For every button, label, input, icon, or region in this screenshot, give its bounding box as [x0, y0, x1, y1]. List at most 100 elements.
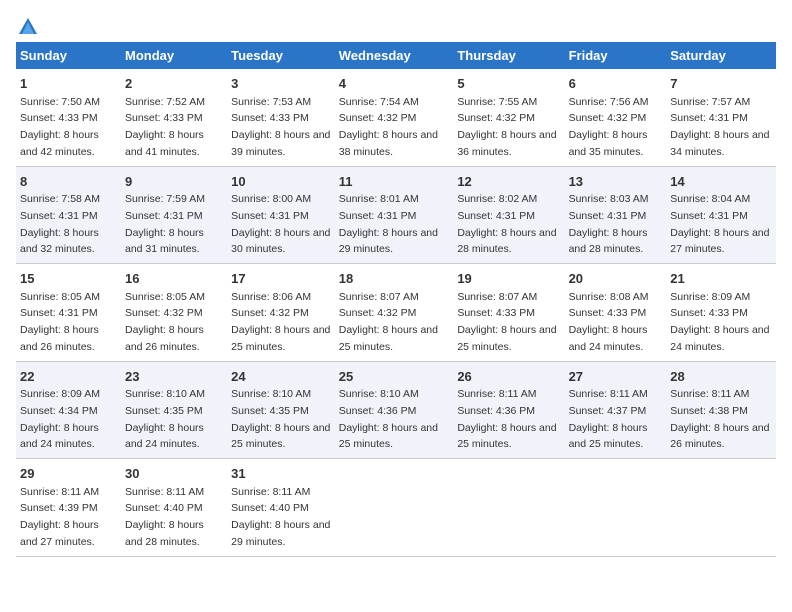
sunrise-text: Sunrise: 7:52 AM [125, 96, 205, 108]
calendar-day-3: 3 Sunrise: 7:53 AM Sunset: 4:33 PM Dayli… [227, 69, 335, 166]
calendar-day-27: 27 Sunrise: 8:11 AM Sunset: 4:37 PM Dayl… [565, 361, 667, 459]
column-header-saturday: Saturday [666, 42, 776, 69]
sunrise-text: Sunrise: 7:54 AM [339, 96, 419, 108]
sunrise-text: Sunrise: 8:10 AM [231, 388, 311, 400]
day-number: 27 [569, 367, 663, 387]
calendar-day-19: 19 Sunrise: 8:07 AM Sunset: 4:33 PM Dayl… [453, 264, 564, 362]
calendar-day-26: 26 Sunrise: 8:11 AM Sunset: 4:36 PM Dayl… [453, 361, 564, 459]
calendar-day-8: 8 Sunrise: 7:58 AM Sunset: 4:31 PM Dayli… [16, 166, 121, 264]
column-header-wednesday: Wednesday [335, 42, 454, 69]
daylight-text: Daylight: 8 hours and 42 minutes. [20, 129, 99, 158]
sunrise-text: Sunrise: 8:06 AM [231, 291, 311, 303]
day-number: 22 [20, 367, 117, 387]
logo-icon [17, 16, 39, 38]
sunrise-text: Sunrise: 8:09 AM [20, 388, 100, 400]
daylight-text: Daylight: 8 hours and 26 minutes. [20, 324, 99, 353]
calendar-day-30: 30 Sunrise: 8:11 AM Sunset: 4:40 PM Dayl… [121, 459, 227, 557]
calendar-day-25: 25 Sunrise: 8:10 AM Sunset: 4:36 PM Dayl… [335, 361, 454, 459]
day-number: 11 [339, 172, 450, 192]
day-number: 8 [20, 172, 117, 192]
sunset-text: Sunset: 4:37 PM [569, 405, 647, 417]
day-number: 10 [231, 172, 331, 192]
day-number: 15 [20, 269, 117, 289]
daylight-text: Daylight: 8 hours and 25 minutes. [339, 324, 438, 353]
daylight-text: Daylight: 8 hours and 27 minutes. [670, 227, 769, 256]
sunset-text: Sunset: 4:32 PM [569, 112, 647, 124]
day-number: 12 [457, 172, 560, 192]
day-number: 7 [670, 74, 772, 94]
daylight-text: Daylight: 8 hours and 29 minutes. [339, 227, 438, 256]
daylight-text: Daylight: 8 hours and 25 minutes. [569, 422, 648, 451]
sunrise-text: Sunrise: 7:53 AM [231, 96, 311, 108]
daylight-text: Daylight: 8 hours and 28 minutes. [457, 227, 556, 256]
sunset-text: Sunset: 4:35 PM [125, 405, 203, 417]
calendar-day-28: 28 Sunrise: 8:11 AM Sunset: 4:38 PM Dayl… [666, 361, 776, 459]
calendar-day-16: 16 Sunrise: 8:05 AM Sunset: 4:32 PM Dayl… [121, 264, 227, 362]
day-number: 30 [125, 464, 223, 484]
sunset-text: Sunset: 4:39 PM [20, 502, 98, 514]
calendar-day-21: 21 Sunrise: 8:09 AM Sunset: 4:33 PM Dayl… [666, 264, 776, 362]
daylight-text: Daylight: 8 hours and 25 minutes. [231, 324, 330, 353]
calendar-day-empty [565, 459, 667, 557]
daylight-text: Daylight: 8 hours and 24 minutes. [670, 324, 769, 353]
sunrise-text: Sunrise: 8:10 AM [125, 388, 205, 400]
day-number: 1 [20, 74, 117, 94]
day-number: 16 [125, 269, 223, 289]
sunrise-text: Sunrise: 8:11 AM [231, 486, 310, 498]
sunset-text: Sunset: 4:32 PM [457, 112, 535, 124]
sunrise-text: Sunrise: 8:02 AM [457, 193, 537, 205]
sunrise-text: Sunrise: 8:09 AM [670, 291, 750, 303]
sunset-text: Sunset: 4:33 PM [231, 112, 309, 124]
calendar-week-3: 15 Sunrise: 8:05 AM Sunset: 4:31 PM Dayl… [16, 264, 776, 362]
calendar-day-2: 2 Sunrise: 7:52 AM Sunset: 4:33 PM Dayli… [121, 69, 227, 166]
sunrise-text: Sunrise: 8:04 AM [670, 193, 750, 205]
sunrise-text: Sunrise: 8:05 AM [20, 291, 100, 303]
sunset-text: Sunset: 4:33 PM [125, 112, 203, 124]
daylight-text: Daylight: 8 hours and 29 minutes. [231, 519, 330, 548]
sunrise-text: Sunrise: 7:50 AM [20, 96, 100, 108]
day-number: 18 [339, 269, 450, 289]
sunset-text: Sunset: 4:31 PM [457, 210, 535, 222]
sunrise-text: Sunrise: 7:55 AM [457, 96, 537, 108]
calendar-day-empty [453, 459, 564, 557]
sunset-text: Sunset: 4:31 PM [20, 307, 98, 319]
sunset-text: Sunset: 4:31 PM [231, 210, 309, 222]
day-number: 21 [670, 269, 772, 289]
day-number: 5 [457, 74, 560, 94]
day-number: 9 [125, 172, 223, 192]
daylight-text: Daylight: 8 hours and 30 minutes. [231, 227, 330, 256]
sunrise-text: Sunrise: 8:08 AM [569, 291, 649, 303]
daylight-text: Daylight: 8 hours and 24 minutes. [125, 422, 204, 451]
sunset-text: Sunset: 4:32 PM [339, 307, 417, 319]
sunset-text: Sunset: 4:33 PM [20, 112, 98, 124]
sunrise-text: Sunrise: 8:00 AM [231, 193, 311, 205]
calendar-day-18: 18 Sunrise: 8:07 AM Sunset: 4:32 PM Dayl… [335, 264, 454, 362]
sunrise-text: Sunrise: 8:11 AM [670, 388, 749, 400]
sunset-text: Sunset: 4:33 PM [569, 307, 647, 319]
day-number: 13 [569, 172, 663, 192]
daylight-text: Daylight: 8 hours and 25 minutes. [339, 422, 438, 451]
calendar-week-4: 22 Sunrise: 8:09 AM Sunset: 4:34 PM Dayl… [16, 361, 776, 459]
calendar-day-empty [666, 459, 776, 557]
daylight-text: Daylight: 8 hours and 34 minutes. [670, 129, 769, 158]
day-number: 20 [569, 269, 663, 289]
daylight-text: Daylight: 8 hours and 28 minutes. [569, 227, 648, 256]
day-number: 3 [231, 74, 331, 94]
calendar-week-1: 1 Sunrise: 7:50 AM Sunset: 4:33 PM Dayli… [16, 69, 776, 166]
calendar-day-14: 14 Sunrise: 8:04 AM Sunset: 4:31 PM Dayl… [666, 166, 776, 264]
calendar-day-empty [335, 459, 454, 557]
daylight-text: Daylight: 8 hours and 26 minutes. [125, 324, 204, 353]
calendar-day-24: 24 Sunrise: 8:10 AM Sunset: 4:35 PM Dayl… [227, 361, 335, 459]
sunset-text: Sunset: 4:35 PM [231, 405, 309, 417]
column-header-tuesday: Tuesday [227, 42, 335, 69]
sunrise-text: Sunrise: 8:10 AM [339, 388, 419, 400]
day-number: 25 [339, 367, 450, 387]
column-header-friday: Friday [565, 42, 667, 69]
calendar-day-1: 1 Sunrise: 7:50 AM Sunset: 4:33 PM Dayli… [16, 69, 121, 166]
calendar-day-20: 20 Sunrise: 8:08 AM Sunset: 4:33 PM Dayl… [565, 264, 667, 362]
sunset-text: Sunset: 4:36 PM [457, 405, 535, 417]
daylight-text: Daylight: 8 hours and 28 minutes. [125, 519, 204, 548]
day-number: 17 [231, 269, 331, 289]
sunset-text: Sunset: 4:36 PM [339, 405, 417, 417]
calendar-day-22: 22 Sunrise: 8:09 AM Sunset: 4:34 PM Dayl… [16, 361, 121, 459]
